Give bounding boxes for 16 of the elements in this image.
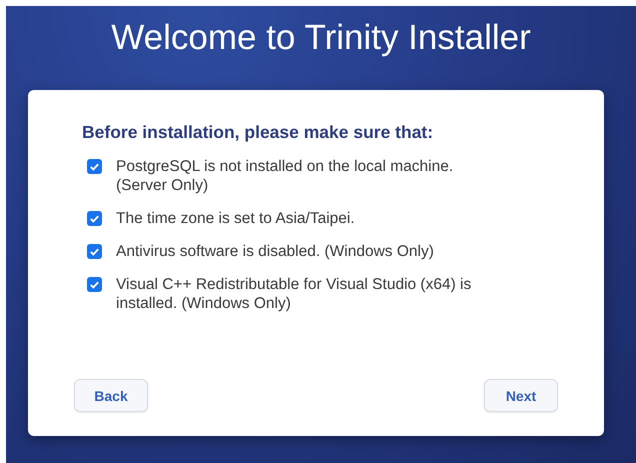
- back-button[interactable]: Back: [74, 379, 148, 412]
- next-button[interactable]: Next: [484, 379, 558, 412]
- checkmark-icon: [89, 161, 100, 172]
- checkmark-icon: [89, 246, 100, 257]
- checkbox[interactable]: [87, 277, 102, 292]
- checkbox[interactable]: [87, 211, 102, 226]
- checklist-label: The time zone is set to Asia/Taipei.: [116, 209, 355, 228]
- checklist-label: PostgreSQL is not installed on the local machine. (Server Only): [116, 157, 454, 195]
- checkbox[interactable]: [87, 244, 102, 259]
- checkbox[interactable]: [87, 159, 102, 174]
- checkmark-icon: [89, 279, 100, 290]
- checklist-label: Visual C++ Redistributable for Visual Studio (x64) is installed. (Windows Only): [116, 275, 472, 313]
- checklist-heading: Before installation, please make sure that:: [82, 122, 434, 143]
- window-title: Welcome to Trinity Installer: [111, 18, 531, 58]
- checklist-label: Antivirus software is disabled. (Windows Only): [116, 242, 434, 261]
- checkmark-icon: [89, 213, 100, 224]
